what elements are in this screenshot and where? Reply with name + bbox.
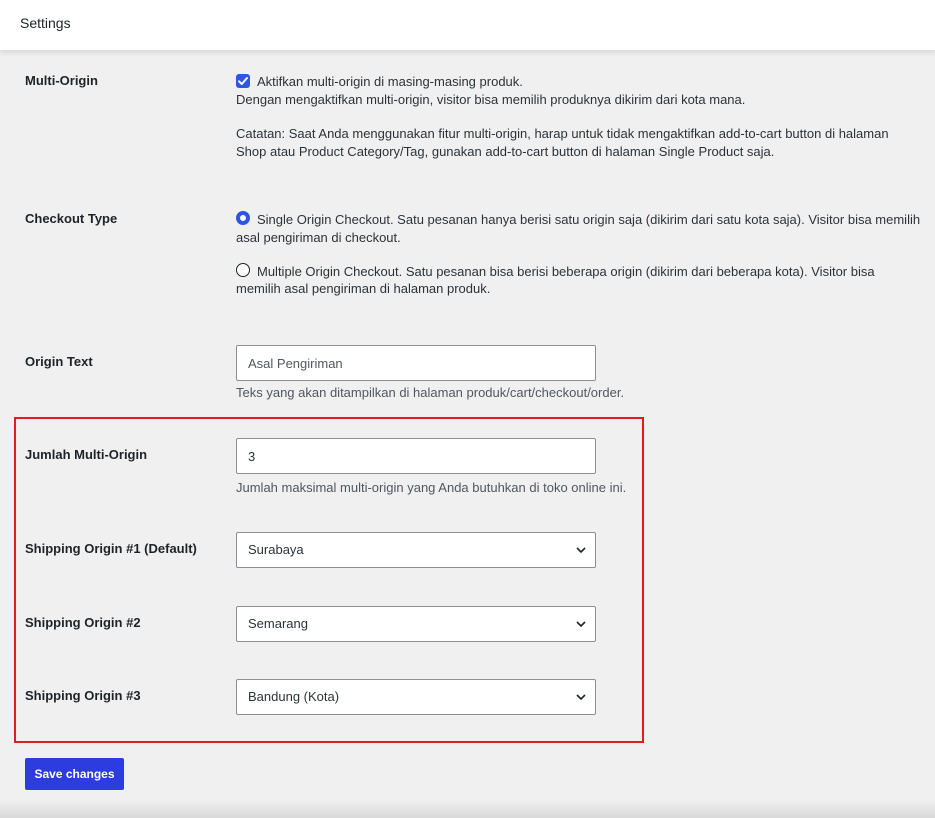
- multi-origin-note-line-1: Catatan: Saat Anda menggunakan fitur mul…: [236, 126, 889, 141]
- shipping-origin-1-value: Surabaya: [248, 542, 304, 557]
- chevron-down-icon: [576, 694, 586, 701]
- shipping-origin-1-label: Shipping Origin #1 (Default): [25, 541, 197, 556]
- multi-origin-description: Dengan mengaktifkan multi-origin, visito…: [236, 92, 746, 107]
- checkmark-icon: [238, 77, 248, 85]
- bottom-edge: [0, 800, 935, 818]
- shipping-origin-3-label: Shipping Origin #3: [25, 688, 141, 703]
- jumlah-multi-origin-label: Jumlah Multi-Origin: [25, 447, 148, 462]
- shipping-origin-2-select[interactable]: Semarang: [236, 606, 596, 642]
- origin-text-input[interactable]: [236, 345, 596, 381]
- save-changes-button[interactable]: Save changes: [25, 758, 124, 790]
- chevron-down-icon: [576, 621, 586, 628]
- multi-origin-checkbox[interactable]: [236, 74, 250, 88]
- shipping-origin-2-label: Shipping Origin #2: [25, 615, 141, 630]
- multi-origin-note-line-2: Shop atau Product Category/Tag, gunakan …: [236, 144, 775, 159]
- multiple-origin-radio[interactable]: [236, 263, 250, 277]
- shipping-origin-3-select[interactable]: Bandung (Kota): [236, 679, 596, 715]
- origin-text-description: Teks yang akan ditampilkan di halaman pr…: [236, 385, 625, 400]
- page-title: Settings: [20, 15, 71, 31]
- multi-origin-label: Multi-Origin: [25, 73, 98, 88]
- single-origin-option-line-2: asal pengiriman di checkout.: [236, 230, 401, 245]
- jumlah-multi-origin-input[interactable]: [236, 438, 596, 474]
- multi-origin-checkbox-label: Aktifkan multi-origin di masing-masing p…: [257, 74, 523, 89]
- shipping-origin-3-value: Bandung (Kota): [248, 689, 340, 704]
- multiple-origin-option-line-2: memilih asal pengiriman di halaman produ…: [236, 281, 491, 296]
- multiple-origin-option-line-1: Multiple Origin Checkout. Satu pesanan b…: [257, 264, 875, 279]
- chevron-down-icon: [576, 547, 586, 554]
- single-origin-radio[interactable]: [236, 211, 250, 225]
- jumlah-multi-origin-description: Jumlah maksimal multi-origin yang Anda b…: [236, 480, 627, 495]
- origin-text-label: Origin Text: [25, 354, 93, 369]
- single-origin-option-line-1: Single Origin Checkout. Satu pesanan han…: [257, 212, 921, 227]
- shipping-origin-2-value: Semarang: [248, 616, 308, 631]
- settings-header: Settings: [0, 0, 935, 50]
- shipping-origin-1-select[interactable]: Surabaya: [236, 532, 596, 568]
- checkout-type-label: Checkout Type: [25, 211, 118, 226]
